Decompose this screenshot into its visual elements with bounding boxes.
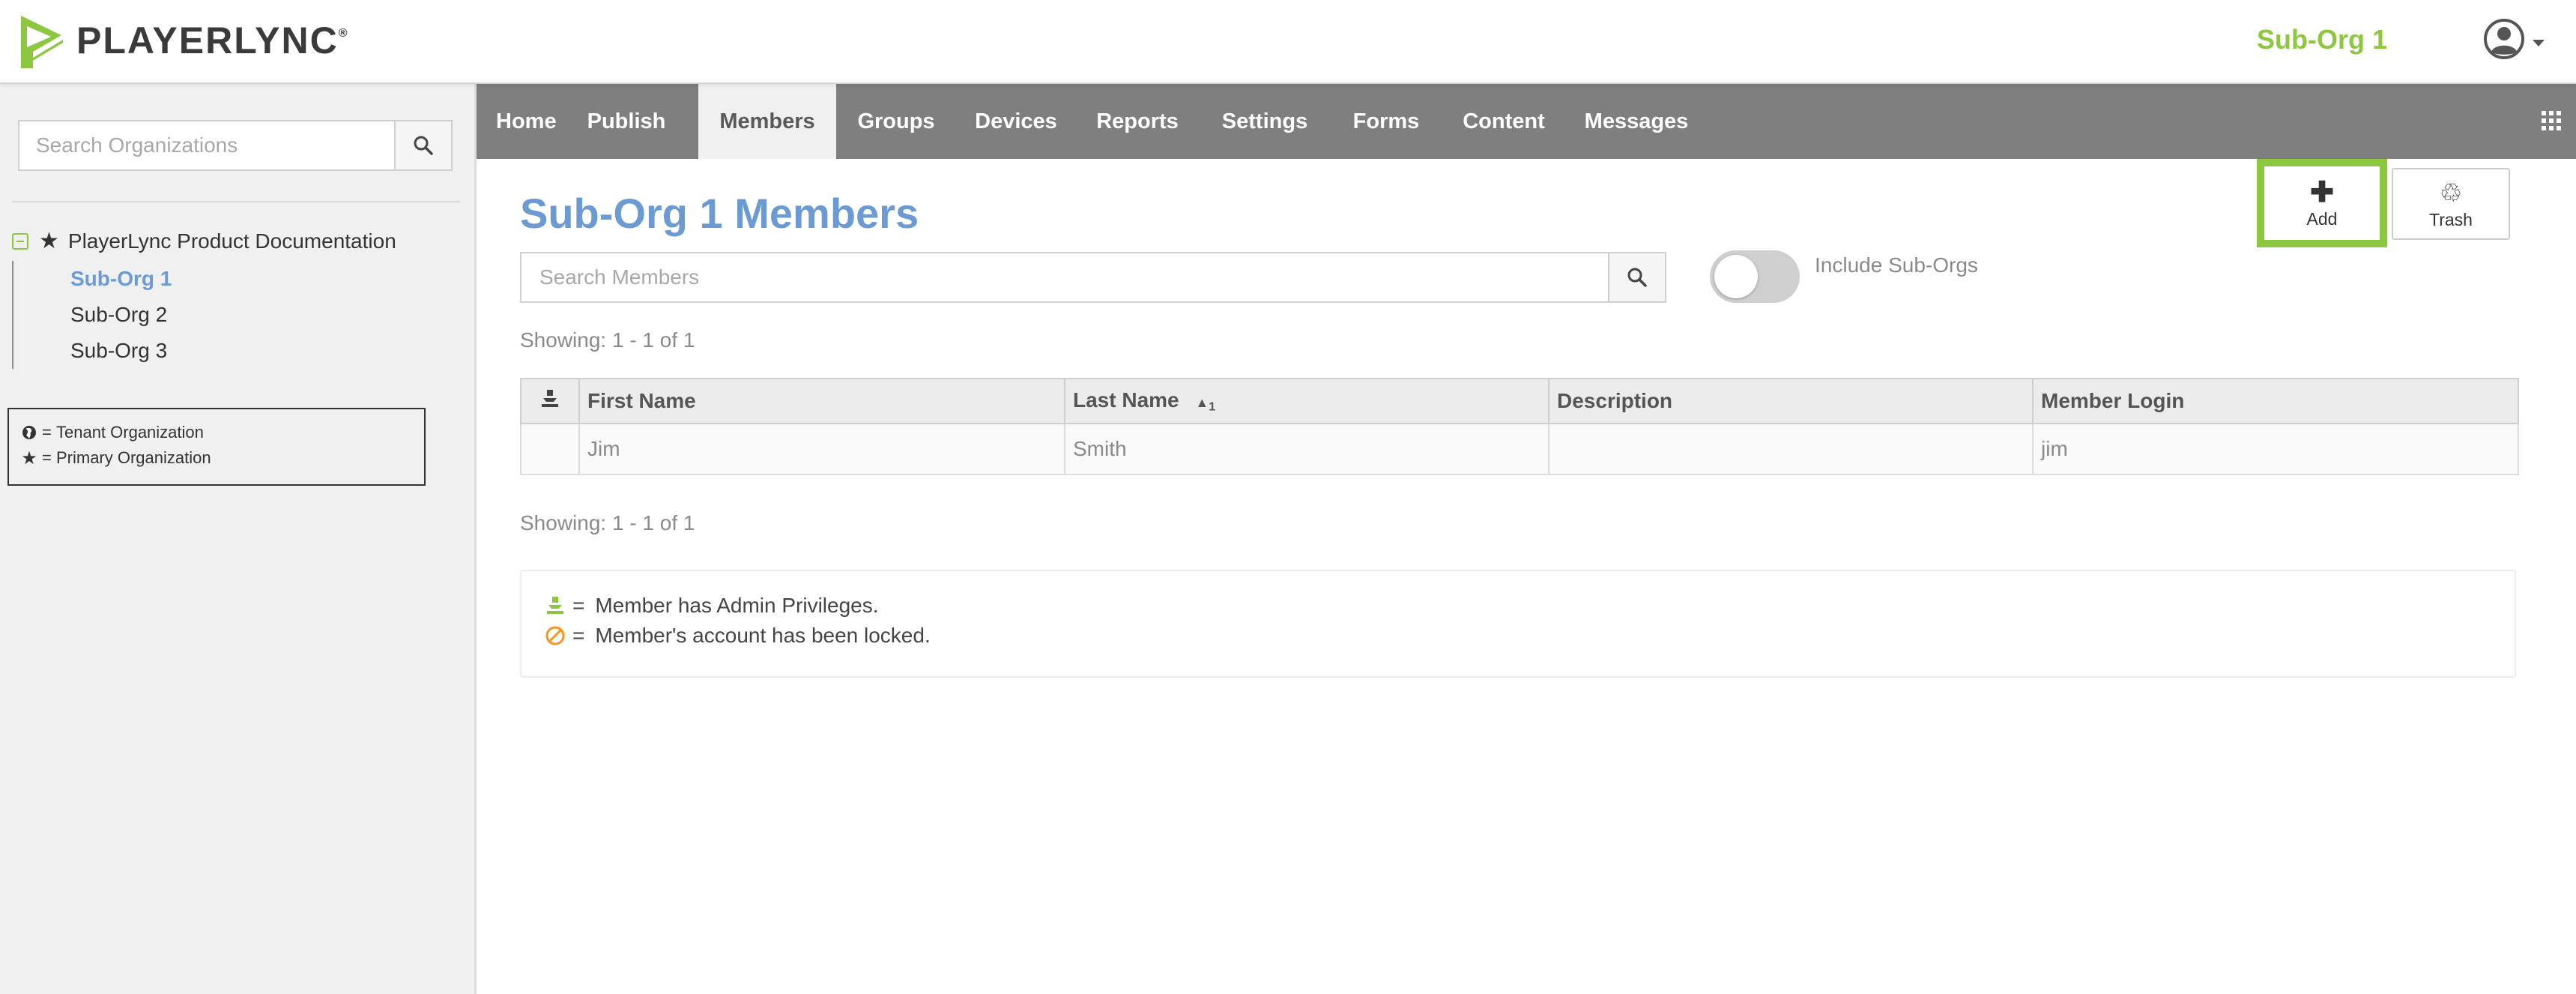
members-table: First Name Last Name ▲1 Description Memb… bbox=[520, 378, 2519, 475]
chevron-down-icon bbox=[2533, 39, 2545, 46]
cell-member-login: jim bbox=[2032, 423, 2519, 475]
member-search-input[interactable] bbox=[520, 252, 1608, 303]
column-member-login[interactable]: Member Login bbox=[2032, 378, 2519, 424]
trash-label: Trash bbox=[2429, 209, 2473, 229]
org-tree: ★ PlayerLync Product Documentation Sub-O… bbox=[12, 226, 396, 369]
cell-description bbox=[1548, 423, 2034, 475]
column-description[interactable]: Description bbox=[1548, 378, 2034, 424]
add-label: Add bbox=[2306, 208, 2338, 229]
column-last-name[interactable]: Last Name ▲1 bbox=[1064, 378, 1549, 424]
logo-mark-icon bbox=[21, 16, 63, 68]
search-icon bbox=[414, 136, 433, 155]
nav-groups[interactable]: Groups bbox=[851, 84, 941, 159]
nav-content[interactable]: Content bbox=[1455, 84, 1552, 159]
legend-label-admin: Member has Admin Privileges. bbox=[595, 594, 879, 617]
tree-root[interactable]: ★ PlayerLync Product Documentation bbox=[12, 226, 396, 256]
sidebar-divider bbox=[12, 201, 460, 202]
nav-home[interactable]: Home bbox=[496, 84, 557, 159]
search-icon bbox=[1627, 268, 1647, 287]
nav-settings[interactable]: Settings bbox=[1214, 84, 1316, 159]
include-sub-orgs-label: Include Sub-Orgs bbox=[1815, 253, 1978, 277]
org-search-input[interactable] bbox=[18, 120, 394, 171]
trash-button[interactable]: ♲ Trash bbox=[2392, 168, 2510, 240]
sidebar: ★ PlayerLync Product Documentation Sub-O… bbox=[0, 84, 477, 994]
tree-item-sub-org-1[interactable]: Sub-Org 1 bbox=[70, 261, 396, 297]
apps-grid-icon[interactable] bbox=[2542, 111, 2561, 130]
row-status-cell bbox=[520, 423, 580, 475]
org-legend: = Tenant Organization ★ = Primary Organi… bbox=[7, 408, 426, 486]
nav-reports[interactable]: Reports bbox=[1091, 84, 1184, 159]
user-menu[interactable] bbox=[2483, 18, 2545, 60]
main-nav: Home Publish Members Groups Devices Repo… bbox=[477, 84, 2576, 159]
org-search-button[interactable] bbox=[394, 120, 453, 171]
collapse-icon[interactable] bbox=[12, 233, 28, 250]
include-sub-orgs-toggle[interactable] bbox=[1710, 250, 1800, 303]
legend-row-tenant: = Tenant Organization bbox=[21, 420, 412, 445]
admin-icon bbox=[544, 596, 566, 615]
tree-root-label: PlayerLync Product Documentation bbox=[67, 229, 396, 253]
legend-eq: = bbox=[572, 624, 585, 647]
main-content: Sub-Org 1 Members ✚ Add ♲ Trash Include … bbox=[477, 159, 2576, 994]
showing-count-bottom: Showing: 1 - 1 of 1 bbox=[520, 511, 695, 534]
legend-label-tenant: Tenant Organization bbox=[55, 423, 204, 442]
star-icon: ★ bbox=[21, 448, 37, 469]
showing-count-top: Showing: 1 - 1 of 1 bbox=[520, 328, 695, 352]
sort-ascending-icon: ▲1 bbox=[1195, 394, 1216, 414]
member-search bbox=[520, 252, 1666, 303]
admin-icon bbox=[542, 389, 558, 407]
globe-icon bbox=[21, 425, 37, 440]
add-member-button[interactable]: ✚ Add bbox=[2257, 159, 2387, 247]
tree-item-sub-org-2[interactable]: Sub-Org 2 bbox=[70, 297, 396, 333]
logo-text: PLAYERLYNC® bbox=[76, 19, 349, 61]
column-last-name-label: Last Name bbox=[1073, 388, 1179, 412]
app-header: PLAYERLYNC® Sub-Org 1 bbox=[0, 0, 2576, 84]
nav-messages[interactable]: Messages bbox=[1578, 84, 1695, 159]
current-org-name: Sub-Org 1 bbox=[2256, 24, 2387, 55]
nav-members[interactable]: Members bbox=[698, 84, 836, 159]
user-avatar-icon bbox=[2484, 19, 2524, 59]
legend-eq: = bbox=[42, 448, 52, 467]
member-search-button[interactable] bbox=[1608, 252, 1666, 303]
table-header-row: First Name Last Name ▲1 Description Memb… bbox=[520, 378, 2519, 424]
tree-item-sub-org-3[interactable]: Sub-Org 3 bbox=[70, 333, 396, 369]
legend-row-admin: = Member has Admin Privileges. bbox=[544, 591, 2492, 621]
legend-row-primary: ★ = Primary Organization bbox=[21, 445, 412, 471]
nav-forms[interactable]: Forms bbox=[1347, 84, 1425, 159]
cell-first-name: Jim bbox=[578, 423, 1065, 475]
locked-icon bbox=[544, 625, 566, 646]
page-title: Sub-Org 1 Members bbox=[520, 190, 919, 237]
nav-devices[interactable]: Devices bbox=[970, 84, 1062, 159]
cell-last-name: Smith bbox=[1064, 423, 1549, 475]
column-first-name[interactable]: First Name bbox=[578, 378, 1065, 424]
playerlync-logo[interactable]: PLAYERLYNC® bbox=[16, 12, 349, 72]
star-icon: ★ bbox=[39, 229, 59, 253]
legend-row-locked: = Member's account has been locked. bbox=[544, 621, 2492, 651]
plus-icon: ✚ bbox=[2310, 176, 2334, 208]
toggle-knob bbox=[1714, 255, 1758, 298]
legend-eq: = bbox=[572, 594, 585, 617]
member-legend: = Member has Admin Privileges. = Member'… bbox=[520, 570, 2516, 678]
org-search bbox=[18, 120, 453, 171]
legend-label-primary: Primary Organization bbox=[55, 448, 211, 467]
legend-label-locked: Member's account has been locked. bbox=[595, 624, 931, 647]
legend-eq: = bbox=[42, 423, 52, 442]
recycle-icon: ♲ bbox=[2439, 178, 2463, 208]
table-row[interactable]: Jim Smith jim bbox=[520, 423, 2519, 475]
nav-publish[interactable]: Publish bbox=[581, 84, 671, 159]
tree-children: Sub-Org 1 Sub-Org 2 Sub-Org 3 bbox=[12, 261, 396, 369]
admin-column-header[interactable] bbox=[520, 378, 580, 424]
